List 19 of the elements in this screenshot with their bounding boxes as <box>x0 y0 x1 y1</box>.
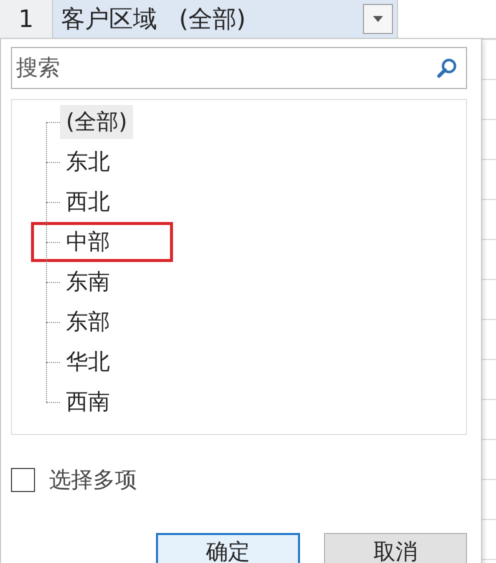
checkbox[interactable] <box>11 468 35 492</box>
cancel-button[interactable]: 取消 <box>324 533 467 563</box>
dropdown-button[interactable] <box>363 4 393 34</box>
checkbox-label: 选择多项 <box>49 467 137 495</box>
tree-item[interactable]: 东部 <box>60 305 116 339</box>
search-icon <box>436 57 458 79</box>
field-label: 客户区域 <box>61 4 157 35</box>
tree-item[interactable]: 华北 <box>60 345 116 379</box>
tree-item[interactable]: 西北 <box>60 185 116 219</box>
tree-item[interactable]: 中部 <box>34 225 170 259</box>
caret-icon <box>373 16 383 22</box>
tree-item[interactable]: 东北 <box>60 145 116 179</box>
search-field[interactable]: 搜索 <box>11 47 467 89</box>
tree-item[interactable]: 西南 <box>60 385 116 419</box>
filter-value: (全部) <box>179 4 246 35</box>
tree-item[interactable]: (全部) <box>60 105 134 139</box>
ok-button[interactable]: 确定 <box>156 533 300 563</box>
row-number: 1 <box>0 0 53 38</box>
tree-item[interactable]: 东南 <box>60 265 116 299</box>
